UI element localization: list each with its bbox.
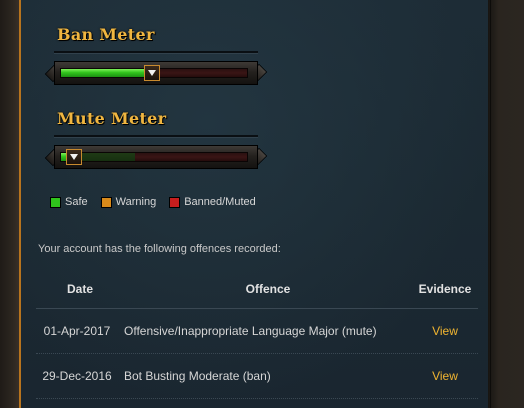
mute-meter-title: Mute Meter [57,109,167,128]
legend-label-warning: Warning [115,196,157,208]
evidence-cell: View [420,354,470,398]
mute-meter [44,145,268,169]
meter-legend: Safe Warning Banned/Muted [50,195,269,209]
offence-date: 29-Dec-2016 [42,369,112,383]
view-evidence-link[interactable]: View [432,369,458,383]
left-frame [0,0,20,408]
legend-label-banned: Banned/Muted [184,196,256,208]
legend-swatch-warning [100,196,112,208]
legend-label-safe: Safe [65,196,88,208]
ban-meter-track [60,65,248,81]
offences-intro-text: Your account has the following offences … [38,243,281,255]
table-row: 29-Dec-2016 Bot Busting Moderate (ban) V… [36,354,478,399]
offence-description: Bot Busting Moderate (ban) [124,369,271,383]
offences-table: Date Offence Evidence 01-Apr-2017 Offens… [36,270,478,399]
panel-border-accent [19,0,21,408]
legend-swatch-safe [50,196,61,208]
ban-meter-divider [54,51,258,54]
ban-meter-title: Ban Meter [57,25,155,44]
legend-item-safe: Safe [50,196,88,208]
evidence-cell: View [420,309,470,353]
legend-item-banned: Banned/Muted [169,196,256,208]
right-frame [488,0,524,408]
ban-meter-marker-icon [144,65,161,81]
header-offence: Offence [245,282,291,296]
offence-date: 01-Apr-2017 [43,324,111,338]
legend-swatch-banned [169,196,181,208]
mute-meter-divider [54,135,258,138]
offences-table-header: Date Offence Evidence [36,270,478,309]
legend-item-warning: Warning [100,196,157,208]
ban-meter-fill [61,69,153,77]
offence-description: Offensive/Inappropriate Language Major (… [124,324,377,338]
header-evidence: Evidence [418,282,472,296]
mute-meter-marker-icon [66,149,83,165]
table-row: 01-Apr-2017 Offensive/Inappropriate Lang… [36,309,478,354]
view-evidence-link[interactable]: View [432,324,458,338]
account-status-panel: Ban Meter Mute Meter Safe Warning Banned… [21,0,488,408]
mute-meter-track [60,149,248,165]
ban-meter [44,61,268,85]
header-date: Date [66,282,93,296]
